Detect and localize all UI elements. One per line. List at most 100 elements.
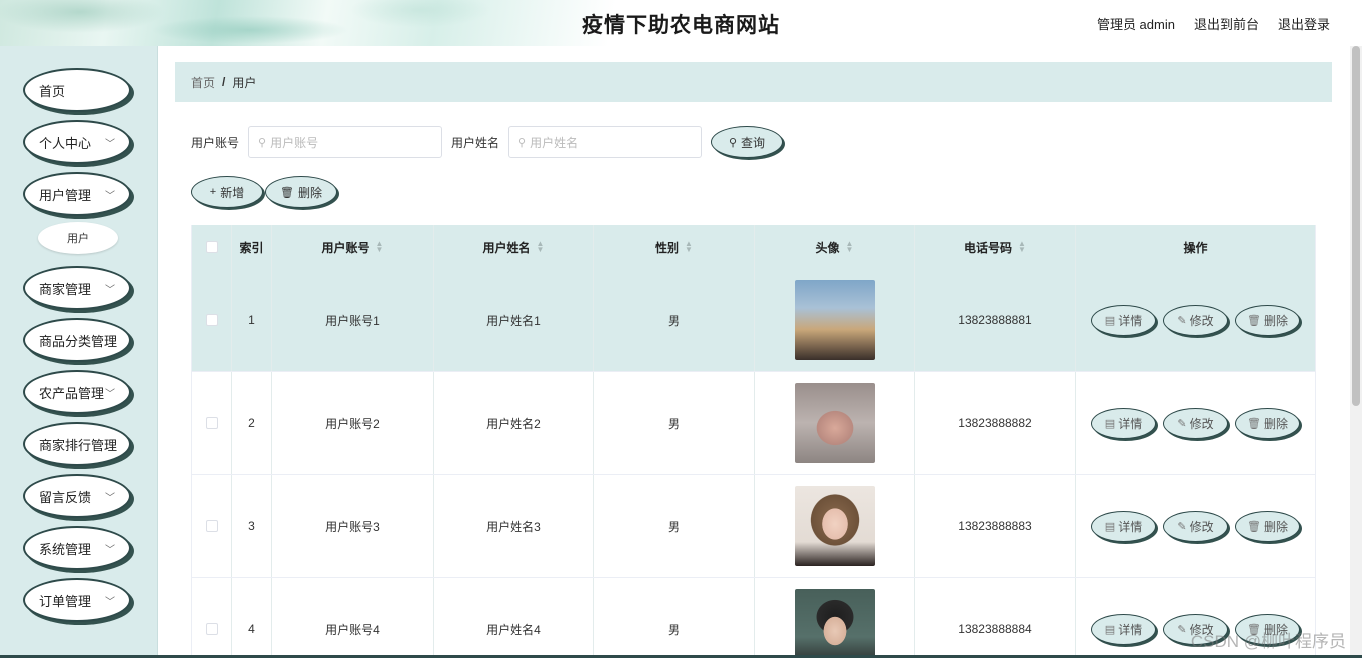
row-checkbox[interactable] [205, 520, 218, 532]
row-name: 用户姓名3 [434, 475, 594, 577]
account-search-label: 用户账号 [191, 135, 240, 150]
delete-label: 删除 [1263, 519, 1288, 534]
sort-icon[interactable]: ▲ ▼ [376, 240, 384, 254]
header-account-label: 用户账号 [321, 240, 370, 255]
table-header: 索引 用户账号 ▲ ▼ 用户姓名 ▲ ▼ 性别 ▲ ▼ 头像 ▲ ▼ 电话号码 ▲ ▼ 操作 [192, 225, 1315, 269]
sidebar-item-user-management[interactable]: 用户管理 ﹀ [23, 172, 131, 216]
sidebar-item-home[interactable]: 首页 [23, 68, 131, 112]
sort-icon[interactable]: ▲ ▼ [1018, 240, 1026, 254]
row-gender: 男 [594, 269, 755, 371]
avatar[interactable] [794, 383, 875, 463]
edit-button[interactable]: ✎ 修改 [1163, 510, 1228, 542]
bulk-delete-button[interactable]: 🗑 删除 [265, 176, 337, 208]
search-bar: 用户账号 ⚲ 用户账号 用户姓名 ⚲ 用户姓名 ⚲ 查询 [191, 126, 784, 158]
query-button-label: 查询 [741, 135, 766, 150]
document-icon: ▤ [1104, 417, 1116, 430]
detail-button[interactable]: ▤ 详情 [1091, 304, 1156, 336]
table-row[interactable]: 4 用户账号4 用户姓名4 男 13823888884 ▤ 详情 ✎ 修改 🗑 删除 [192, 578, 1315, 658]
sidebar-item-merchant-ranking[interactable]: 商家排行管理 [23, 422, 131, 466]
account-search-input[interactable]: ⚲ 用户账号 [248, 126, 443, 158]
row-avatar-cell [755, 475, 915, 577]
bulk-delete-button-label: 删除 [297, 185, 322, 200]
sidebar-subitem-users[interactable]: 用户 [38, 222, 118, 254]
row-account: 用户账号1 [272, 269, 434, 371]
detail-label: 详情 [1118, 416, 1143, 431]
row-checkbox[interactable] [205, 314, 218, 326]
breadcrumb-current: 用户 [232, 75, 257, 90]
sidebar-item-product-management[interactable]: 农产品管理 ﹀ [23, 370, 131, 414]
sidebar-item-system-management[interactable]: 系统管理 ﹀ [23, 526, 131, 570]
delete-button[interactable]: 🗑 删除 [1235, 304, 1300, 336]
sort-icon[interactable]: ▲ ▼ [685, 240, 693, 254]
sidebar-item-category-management[interactable]: 商品分类管理 [23, 318, 131, 362]
header-phone[interactable]: 电话号码 ▲ ▼ [915, 225, 1076, 269]
table-row[interactable]: 2 用户账号2 用户姓名2 男 13823888882 ▤ 详情 ✎ 修改 🗑 删除 [192, 372, 1315, 475]
delete-button[interactable]: 🗑 删除 [1235, 510, 1300, 542]
detail-button[interactable]: ▤ 详情 [1091, 510, 1156, 542]
add-button[interactable]: + 新增 [191, 176, 263, 208]
row-gender: 男 [594, 372, 755, 474]
row-index: 3 [232, 475, 272, 577]
table-row[interactable]: 1 用户账号1 用户姓名1 男 13823888881 ▤ 详情 ✎ 修改 🗑 删除 [192, 269, 1315, 372]
user-links: 管理员 admin 退出到前台 退出登录 [1097, 14, 1330, 33]
detail-button[interactable]: ▤ 详情 [1091, 407, 1156, 439]
detail-label: 详情 [1118, 519, 1143, 534]
document-icon: ▤ [1104, 520, 1116, 533]
avatar[interactable] [794, 280, 875, 360]
row-name: 用户姓名1 [434, 269, 594, 371]
avatar[interactable] [794, 589, 875, 658]
chevron-down-icon: ﹀ [105, 285, 115, 296]
sidebar-item-order-management[interactable]: 订单管理 ﹀ [23, 578, 131, 622]
row-name: 用户姓名4 [434, 578, 594, 658]
page-scrollbar[interactable] [1350, 46, 1362, 658]
row-ops: ▤ 详情 ✎ 修改 🗑 删除 [1076, 269, 1315, 371]
admin-label: 管理员 admin [1096, 17, 1175, 32]
sidebar-item-personal-center[interactable]: 个人中心 ﹀ [23, 120, 131, 164]
header-name[interactable]: 用户姓名 ▲ ▼ [434, 225, 594, 269]
trash-icon: 🗑 [1247, 314, 1261, 327]
edit-label: 修改 [1189, 313, 1214, 328]
header-avatar[interactable]: 头像 ▲ ▼ [755, 225, 915, 269]
detail-button[interactable]: ▤ 详情 [1091, 613, 1156, 645]
sidebar-item-merchant-management[interactable]: 商家管理 ﹀ [23, 266, 131, 310]
edit-label: 修改 [1189, 416, 1214, 431]
row-checkbox[interactable] [205, 623, 218, 635]
avatar[interactable] [794, 486, 875, 566]
delete-button[interactable]: 🗑 删除 [1235, 407, 1300, 439]
row-phone: 13823888881 [915, 269, 1076, 371]
query-button[interactable]: ⚲ 查询 [711, 126, 784, 158]
chevron-down-icon: ﹀ [105, 597, 115, 608]
back-to-front-link[interactable]: 退出到前台 [1194, 14, 1259, 33]
header-account[interactable]: 用户账号 ▲ ▼ [272, 225, 434, 269]
header-select-all-cell [192, 225, 232, 269]
sidebar-item-label: 商品分类管理 [39, 333, 118, 349]
sort-icon[interactable]: ▲ ▼ [846, 240, 854, 254]
row-phone: 13823888883 [915, 475, 1076, 577]
header-gender[interactable]: 性别 ▲ ▼ [594, 225, 755, 269]
pencil-icon: ✎ [1177, 623, 1187, 636]
breadcrumb-home[interactable]: 首页 [191, 74, 215, 91]
row-index: 2 [232, 372, 272, 474]
header-ops: 操作 [1183, 240, 1208, 255]
row-avatar-cell [755, 578, 915, 658]
row-checkbox[interactable] [205, 417, 218, 429]
header-phone-label: 电话号码 [964, 240, 1013, 255]
document-icon: ▤ [1104, 623, 1116, 636]
row-gender: 男 [594, 475, 755, 577]
row-ops: ▤ 详情 ✎ 修改 🗑 删除 [1076, 372, 1315, 474]
select-all-checkbox[interactable] [205, 241, 218, 253]
row-name: 用户姓名2 [434, 372, 594, 474]
table-row[interactable]: 3 用户账号3 用户姓名3 男 13823888883 ▤ 详情 ✎ 修改 🗑 删除 [192, 475, 1315, 578]
row-select-cell [192, 475, 232, 577]
action-toolbar: + 新增 🗑 删除 [191, 176, 337, 208]
watermark: CSDN @柳叶程序员 [1190, 632, 1346, 651]
logout-link[interactable]: 退出登录 [1278, 14, 1330, 33]
sidebar-item-feedback[interactable]: 留言反馈 ﹀ [23, 474, 131, 518]
breadcrumb-separator: / [222, 75, 226, 89]
scrollbar-thumb[interactable] [1352, 46, 1360, 406]
header-index: 索引 [232, 225, 272, 269]
sort-icon[interactable]: ▲ ▼ [537, 240, 545, 254]
edit-button[interactable]: ✎ 修改 [1163, 407, 1228, 439]
edit-button[interactable]: ✎ 修改 [1163, 304, 1228, 336]
name-search-input[interactable]: ⚲ 用户姓名 [508, 126, 703, 158]
